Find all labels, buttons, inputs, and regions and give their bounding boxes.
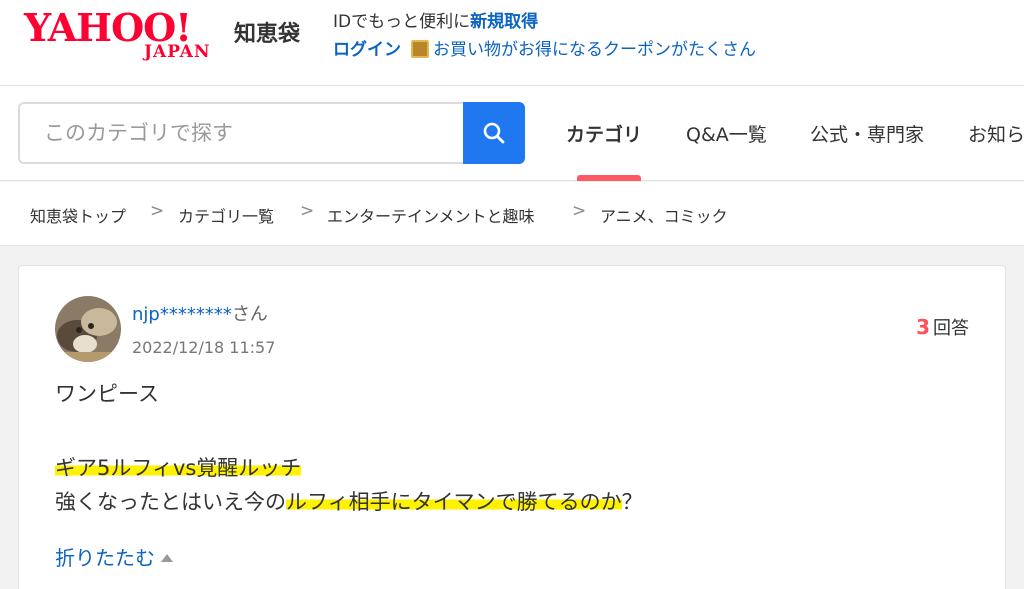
search-icon (483, 122, 505, 144)
avatar[interactable] (55, 296, 121, 362)
promo-text: IDでもっと便利に (333, 12, 471, 32)
yahoo-chiebukuro-logo[interactable]: YAHOO! JAPAN 知恵袋 (24, 8, 300, 64)
active-tab-indicator (577, 175, 641, 181)
question-card: njp********さん 2022/12/18 11:57 3 回答 ワンピース… (18, 265, 1006, 589)
header-promo: IDでもっと便利に新規取得 ログイン お買い物がお得になるクーポンがたくさん (333, 8, 756, 64)
search-field (18, 102, 464, 164)
question-title: ワンピース (55, 382, 159, 406)
answer-count-number: 3 (916, 315, 930, 339)
breadcrumb-separator: > (300, 201, 315, 221)
collapse-label: 折りたたむ (55, 546, 155, 570)
breadcrumb: 知恵袋トップ > カテゴリ一覧 > エンターテインメントと趣味 > アニメ、コミ… (0, 182, 1024, 246)
tab-qa-list[interactable]: Q&A一覧 (686, 120, 767, 147)
breadcrumb-item-entertainment[interactable]: エンターテインメントと趣味 (327, 203, 535, 227)
search-button[interactable] (463, 102, 525, 164)
triangle-up-icon (161, 554, 173, 562)
question-body-line-1: ギア5ルフィvs覚醒ルッチ (55, 452, 302, 482)
highlighted-text: ルフィ相手にタイマンで勝てるのか (286, 490, 622, 514)
search-nav-bar: カテゴリ Q&A一覧 公式・専門家 お知ら (0, 86, 1024, 181)
signup-link[interactable]: 新規取得 (470, 12, 538, 32)
question-body-line-2: 強くなったとはいえ今のルフィ相手にタイマンで勝てるのか？ (55, 486, 643, 516)
breadcrumb-item-top[interactable]: 知恵袋トップ (30, 203, 126, 227)
question-author: njp********さん (132, 300, 268, 326)
site-header: YAHOO! JAPAN 知恵袋 IDでもっと便利に新規取得 ログイン お買い物が… (0, 0, 1024, 86)
answer-count[interactable]: 3 回答 (916, 314, 969, 340)
answer-count-label: 回答 (933, 318, 969, 339)
logo-japan-text: JAPAN (144, 42, 211, 62)
body-text: ？ (621, 490, 643, 514)
breadcrumb-item-anime-comic[interactable]: アニメ、コミック (600, 203, 728, 227)
login-link[interactable]: ログイン (333, 40, 401, 60)
author-name-link[interactable]: njp******** (132, 304, 232, 325)
body-text: 強くなったとはいえ今の (55, 490, 286, 514)
tab-category[interactable]: カテゴリ (566, 120, 642, 147)
author-suffix: さん (231, 304, 268, 325)
tab-official-experts[interactable]: 公式・専門家 (810, 120, 924, 147)
coupon-link[interactable]: お買い物がお得になるクーポンがたくさん (433, 40, 756, 60)
logo-service-name: 知恵袋 (234, 22, 301, 47)
highlighted-text: ギア5ルフィvs覚醒ルッチ (55, 456, 302, 480)
breadcrumb-item-categories[interactable]: カテゴリ一覧 (178, 203, 274, 227)
treasure-chest-icon (411, 40, 429, 58)
collapse-button[interactable]: 折りたたむ (55, 542, 173, 571)
tab-notices[interactable]: お知ら (968, 120, 1024, 147)
breadcrumb-separator: > (150, 201, 165, 221)
breadcrumb-separator: > (572, 201, 587, 221)
search-input[interactable] (20, 104, 464, 162)
question-timestamp: 2022/12/18 11:57 (132, 338, 276, 357)
cat-photo-icon (55, 296, 121, 362)
